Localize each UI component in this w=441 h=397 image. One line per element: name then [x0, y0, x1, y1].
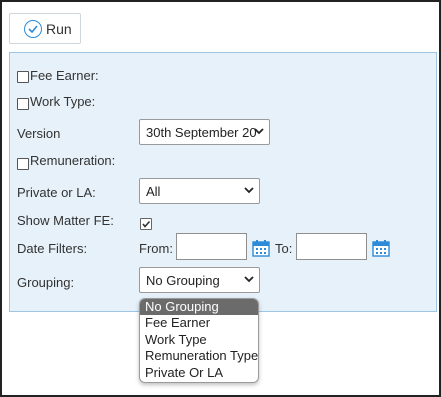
chevron-down-icon	[244, 187, 254, 194]
private-or-la-label: Private or LA:	[17, 185, 96, 200]
run-button[interactable]: Run	[9, 13, 81, 44]
fee-earner-label: Fee Earner:	[30, 68, 99, 83]
grouping-dropdown-list: No Grouping Fee Earner Work Type Remuner…	[139, 298, 259, 383]
run-button-label: Run	[46, 20, 72, 37]
fee-earner-checkbox[interactable]	[17, 71, 29, 83]
grouping-select[interactable]: No Grouping	[139, 267, 260, 293]
checkmark-icon	[142, 220, 151, 228]
show-matter-fe-label: Show Matter FE:	[17, 213, 114, 228]
from-date-input[interactable]	[176, 233, 247, 260]
chevron-down-icon	[244, 276, 254, 283]
grouping-option-remuneration-type[interactable]: Remuneration Type	[140, 348, 258, 364]
calendar-icon[interactable]	[372, 240, 390, 257]
grouping-option-fee-earner[interactable]: Fee Earner	[140, 315, 258, 331]
grouping-option-work-type[interactable]: Work Type	[140, 332, 258, 348]
remuneration-label: Remuneration:	[30, 153, 116, 168]
version-select[interactable]: 30th September 20	[139, 119, 270, 145]
calendar-icon[interactable]	[252, 240, 270, 257]
date-filters-label: Date Filters:	[17, 241, 88, 256]
window-frame: Run Fee Earner: Work Type: Version 30th …	[0, 0, 441, 397]
grouping-option-private-or-la[interactable]: Private Or LA	[140, 365, 258, 381]
version-select-value: 30th September 20	[146, 124, 257, 140]
check-circle-icon	[24, 19, 42, 38]
remuneration-checkbox[interactable]	[17, 158, 29, 170]
private-or-la-select[interactable]: All	[139, 178, 260, 204]
to-date-input[interactable]	[296, 233, 367, 260]
show-matter-fe-checkbox[interactable]	[140, 218, 152, 230]
private-or-la-select-value: All	[146, 183, 161, 199]
grouping-label: Grouping:	[17, 275, 75, 290]
grouping-select-value: No Grouping	[146, 272, 220, 288]
work-type-label: Work Type:	[30, 94, 96, 109]
report-parameters-panel: Fee Earner: Work Type: Version 30th Sept…	[9, 52, 437, 312]
work-type-checkbox[interactable]	[17, 98, 29, 110]
from-label: From:	[139, 241, 173, 256]
chevron-down-icon	[254, 128, 264, 135]
version-label: Version	[17, 126, 61, 141]
to-label: To:	[275, 241, 293, 256]
grouping-option-no-grouping[interactable]: No Grouping	[140, 299, 258, 316]
